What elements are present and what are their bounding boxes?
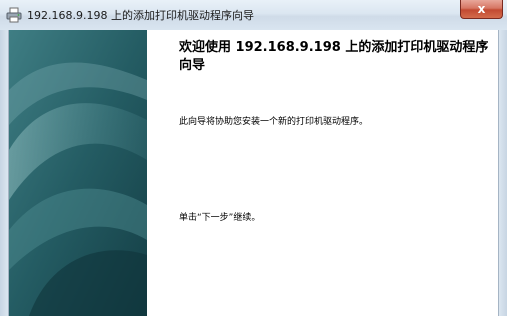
title-bar[interactable]: 192.168.9.198 上的添加打印机驱动程序向导 x (0, 0, 507, 31)
close-icon: x (477, 2, 486, 16)
wizard-hint: 单击“下一步”继续。 (179, 213, 261, 223)
window-frame-right (498, 30, 507, 316)
window-frame-left (0, 30, 9, 316)
close-button[interactable]: x (460, 0, 503, 19)
wizard-description: 此向导将协助您安装一个新的打印机驱动程序。 (179, 117, 369, 127)
banner-graphic (9, 30, 147, 316)
printer-icon (6, 7, 22, 23)
wizard-content: 欢迎使用 192.168.9.198 上的添加打印机驱动程序向导 此向导将协助您… (147, 30, 498, 316)
wizard-window: 192.168.9.198 上的添加打印机驱动程序向导 x 欢迎使用 192.1… (0, 0, 507, 316)
wizard-side-banner (9, 30, 147, 316)
window-title: 192.168.9.198 上的添加打印机驱动程序向导 (27, 9, 254, 22)
wizard-heading: 欢迎使用 192.168.9.198 上的添加打印机驱动程序向导 (179, 40, 489, 73)
